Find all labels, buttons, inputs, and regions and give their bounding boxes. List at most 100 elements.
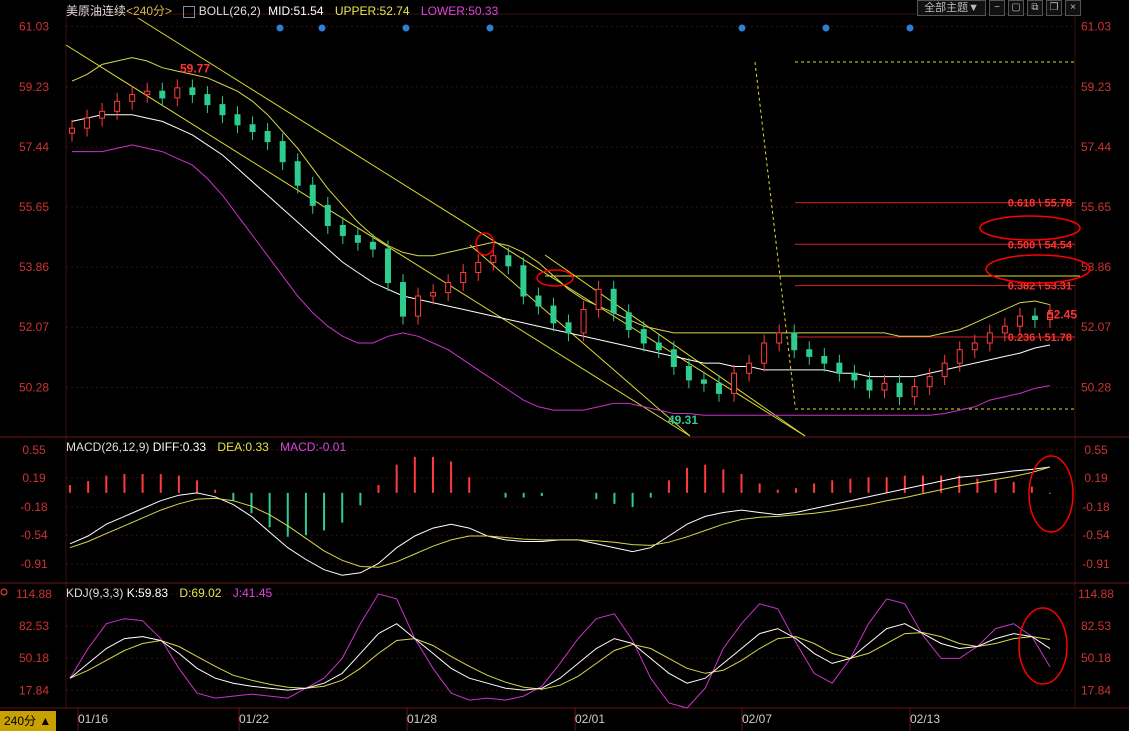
candle-body: [189, 87, 196, 96]
candle-body: [731, 372, 738, 394]
y-tick-left: 50.28: [19, 380, 49, 394]
high-annotation: 59.77: [180, 62, 210, 76]
highlight-ellipse: [536, 269, 574, 287]
candle-body: [129, 94, 136, 102]
candle-body: [415, 295, 422, 317]
kdj-y-tick-right: 114.88: [1078, 587, 1114, 601]
macd-diff: DIFF:0.33: [152, 440, 207, 454]
candle-body: [1031, 315, 1038, 320]
x-tick-label: 01/22: [239, 712, 269, 726]
kdj-y-tick-right: 82.53: [1081, 619, 1111, 633]
candle-body: [294, 161, 301, 186]
candle-body: [761, 342, 768, 364]
y-tick-right: 53.86: [1081, 260, 1111, 274]
low-annotation: 49.31: [668, 413, 698, 427]
macd-y-tick-right: -0.91: [1082, 557, 1110, 571]
x-tick-label: 02/01: [575, 712, 605, 726]
candle-body: [776, 332, 783, 344]
candle-body: [580, 308, 587, 334]
y-tick-right: 52.07: [1081, 320, 1111, 334]
window-toolbar: 全部主题▼ − ▢ ⧉ ❐ ×: [917, 0, 1081, 16]
candle-body: [309, 184, 316, 206]
candle-body: [836, 362, 843, 374]
symbol-name: 美原油连续: [66, 4, 127, 18]
macd-header: MACD(26,12,9) DIFF:0.33 DEA:0.33 MACD:-0…: [66, 440, 346, 454]
trend-line: [65, 44, 691, 437]
kdj-j-line: [69, 593, 1051, 709]
candle-body: [339, 225, 346, 237]
y-tick-right: 50.28: [1081, 380, 1111, 394]
event-marker: [276, 24, 284, 32]
candle-body: [565, 322, 572, 334]
candle-body: [460, 272, 467, 284]
candle-body: [956, 349, 963, 364]
event-marker: [402, 24, 410, 32]
kdj-y-tick-left: 82.53: [19, 619, 49, 633]
candle-body: [1001, 325, 1008, 334]
highlight-ellipse: [1028, 455, 1074, 533]
pane-marker-icon: [0, 588, 8, 596]
upper-value: UPPER:52.74: [334, 4, 410, 18]
macd-y-tick-right: -0.54: [1082, 528, 1110, 542]
y-tick-left: 57.44: [19, 140, 49, 154]
period-label[interactable]: <240分>: [126, 4, 172, 18]
theme-label: 全部主题: [924, 2, 969, 14]
restore-icon[interactable]: ❐: [1046, 0, 1062, 16]
candle-body: [69, 127, 75, 134]
layout-icon[interactable]: ▢: [1008, 0, 1024, 16]
candle-body: [490, 255, 497, 263]
kdj-title[interactable]: KDJ(9,3,3): [66, 586, 123, 600]
y-tick-right: 55.65: [1081, 200, 1111, 214]
mid-value: MID:51.54: [268, 4, 324, 18]
candle-body: [670, 349, 677, 368]
macd-y-tick-left: -0.91: [20, 557, 48, 571]
macd-y-tick-right: 0.55: [1084, 443, 1108, 457]
candle-body: [821, 355, 828, 364]
candle-body: [505, 255, 512, 267]
macd-value: MACD:-0.01: [280, 440, 347, 454]
trend-line: [137, 17, 806, 437]
candle-body: [911, 386, 918, 398]
candle-body: [114, 100, 121, 112]
indicator-name[interactable]: BOLL(26,2): [199, 4, 261, 18]
kdj-y-tick-left: 17.84: [19, 683, 49, 697]
split-icon[interactable]: ⧉: [1027, 0, 1043, 16]
x-tick-label: 02/07: [742, 712, 772, 726]
x-tick-label: 02/13: [910, 712, 940, 726]
candle-body: [354, 235, 361, 243]
minimize-icon[interactable]: −: [989, 0, 1005, 16]
event-marker: [822, 24, 830, 32]
candle-body: [264, 131, 271, 143]
y-tick-right: 59.23: [1081, 80, 1111, 94]
theme-dropdown[interactable]: 全部主题▼: [917, 0, 986, 16]
close-icon[interactable]: ×: [1065, 0, 1081, 16]
candle-body: [550, 305, 557, 324]
macd-y-tick-right: 0.19: [1084, 471, 1108, 485]
x-tick-label: 01/28: [407, 712, 437, 726]
candle-body: [369, 241, 376, 250]
period-tab[interactable]: 240分 ▲: [0, 711, 56, 731]
dashed-projection: [754, 61, 796, 406]
candle-body: [174, 87, 181, 99]
kdj-y-tick-left: 50.18: [19, 651, 49, 665]
macd-title[interactable]: MACD(26,12,9): [66, 440, 149, 454]
candle-body: [475, 261, 482, 273]
candle-body: [881, 382, 888, 391]
trend-line: [469, 244, 691, 437]
kdj-d: D:69.02: [179, 586, 222, 600]
y-tick-left: 52.07: [19, 320, 49, 334]
main-header: 美原油连续<240分> BOLL(26,2) MID:51.54 UPPER:5…: [66, 2, 498, 19]
candle-body: [971, 342, 978, 351]
candle-body: [806, 349, 813, 357]
chevron-down-icon: ▼: [968, 2, 979, 14]
boll-lower-line: [72, 144, 1051, 416]
kdj-k: K:59.83: [126, 586, 169, 600]
y-tick-left: 59.23: [19, 80, 49, 94]
candle-body: [700, 379, 707, 384]
candle-body: [610, 288, 617, 314]
candle-body: [685, 366, 692, 381]
candle-body: [249, 124, 256, 132]
y-tick-left: 53.86: [19, 260, 49, 274]
candle-body: [1016, 315, 1023, 327]
candle-body: [430, 292, 437, 297]
